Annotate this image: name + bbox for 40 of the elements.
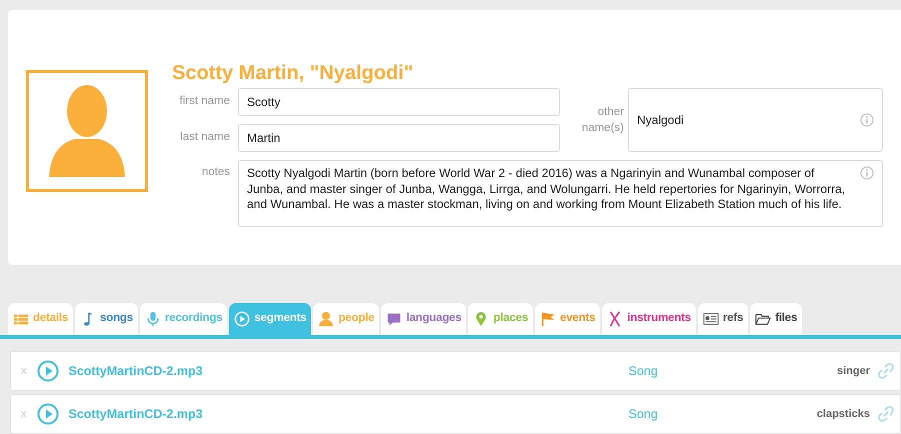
person-icon <box>318 311 334 327</box>
tab[interactable]: details <box>8 303 74 335</box>
link-icon[interactable] <box>878 363 894 379</box>
play-icon[interactable] <box>36 360 58 382</box>
segment-type: Song <box>628 406 659 423</box>
tab[interactable]: refs <box>698 303 748 335</box>
tab[interactable]: languages <box>381 303 466 335</box>
last-name-field[interactable]: Martin <box>238 124 560 152</box>
tab[interactable]: songs <box>75 303 138 335</box>
info-icon[interactable] <box>860 166 874 180</box>
flag-icon <box>540 311 556 327</box>
notes-field[interactable]: Scotty Nyalgodi Martin (born before World War 2 - died 2016) was a Ngarinyin and Wunambal composer of Junba, and master singer of Junba, Wangga, Lirrga, and Wolungarri. He held repertories for Ngarinyin, Worrorra, and Wunambal. He was a master stockman, living on and working from Mount Elizabeth Station much of his life. <box>238 160 883 227</box>
other-names-field[interactable]: Nyalgodi <box>628 88 883 152</box>
info-icon[interactable] <box>860 113 874 127</box>
play-icon[interactable] <box>36 403 58 425</box>
tab[interactable]: segments <box>229 303 312 335</box>
person-silhouette-icon <box>47 83 127 179</box>
play-icon <box>234 311 250 327</box>
role-label: singer <box>836 364 870 379</box>
field-label: other name(s) <box>580 104 624 136</box>
id-card-icon <box>702 311 719 327</box>
tab[interactable]: events <box>535 303 600 335</box>
first-name-field[interactable]: Scotty <box>238 88 560 116</box>
folder-icon <box>755 311 772 327</box>
tab[interactable]: places <box>468 303 534 335</box>
tab[interactable]: instruments <box>602 303 696 335</box>
segment-type: Song <box>628 362 659 380</box>
role-label: clapsticks <box>816 406 870 422</box>
file-link[interactable]: ScottyMartinCD-2.mp3 <box>68 362 628 380</box>
file-link[interactable]: ScottyMartinCD-2.mp3 <box>68 404 628 424</box>
microphone-icon <box>144 311 161 327</box>
speech-bubble-icon <box>386 311 402 327</box>
tab[interactable]: recordings <box>140 303 228 335</box>
field-label: notes <box>200 165 230 180</box>
link-icon[interactable] <box>878 406 894 422</box>
field-label: first name <box>178 94 230 110</box>
person-name-heading: Scotty Martin, "Nyalgodi" <box>172 62 414 84</box>
field-label: last name <box>179 130 230 146</box>
tab[interactable]: files <box>750 303 802 335</box>
tab[interactable]: people <box>313 303 380 335</box>
